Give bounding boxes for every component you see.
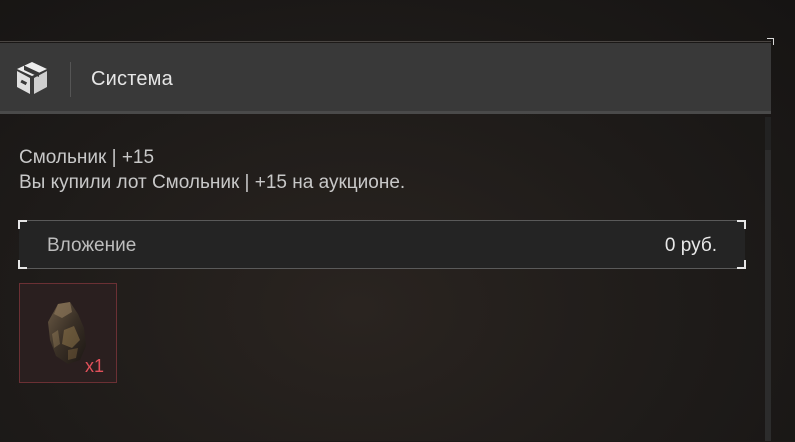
corner-bracket [18, 220, 27, 229]
attachment-row: Вложение 0 руб. [18, 220, 746, 269]
item-slot[interactable]: x1 [19, 283, 117, 383]
header-title: Система [91, 68, 173, 90]
corner-bracket [737, 220, 746, 229]
message-header: Система [0, 43, 771, 114]
package-box-icon [13, 59, 51, 97]
corner-bracket [737, 260, 746, 269]
ore-chunk-icon [44, 300, 90, 366]
message-body: Вы купили лот Смольник | +15 на аукционе… [19, 172, 406, 193]
attachment-label: Вложение [47, 235, 137, 256]
scrollbar-thumb[interactable] [765, 150, 771, 441]
message-subject: Смольник | +15 [19, 147, 155, 168]
corner-bracket [18, 260, 27, 269]
attachment-value: 0 руб. [664, 235, 717, 256]
item-count: x1 [84, 356, 104, 376]
header-divider [70, 62, 71, 97]
